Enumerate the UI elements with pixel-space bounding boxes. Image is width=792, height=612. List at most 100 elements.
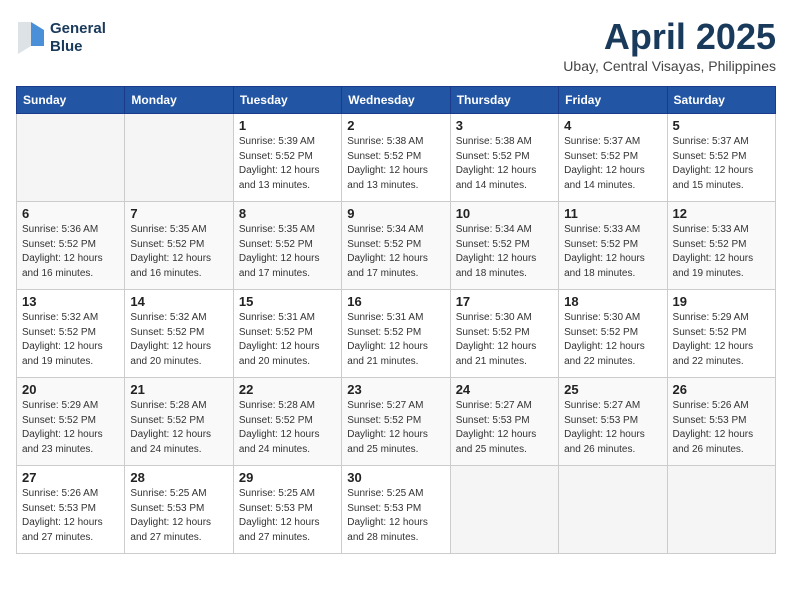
day-info: Sunrise: 5:34 AMSunset: 5:52 PMDaylight:… — [456, 223, 553, 281]
day-info: Sunrise: 5:37 AMSunset: 5:52 PMDaylight:… — [564, 135, 661, 193]
daylight-text: Daylight: 12 hours and 14 minutes. — [456, 165, 537, 191]
sunset-text: Sunset: 5:52 PM — [347, 327, 421, 338]
calendar-cell: 12Sunrise: 5:33 AMSunset: 5:52 PMDayligh… — [667, 202, 775, 290]
sunrise-text: Sunrise: 5:25 AM — [130, 488, 206, 499]
day-info: Sunrise: 5:28 AMSunset: 5:52 PMDaylight:… — [130, 399, 227, 457]
day-number: 7 — [130, 206, 227, 221]
day-number: 10 — [456, 206, 553, 221]
day-info: Sunrise: 5:29 AMSunset: 5:52 PMDaylight:… — [673, 311, 770, 369]
sunset-text: Sunset: 5:52 PM — [239, 415, 313, 426]
daylight-text: Daylight: 12 hours and 25 minutes. — [456, 429, 537, 455]
day-number: 17 — [456, 294, 553, 309]
day-number: 18 — [564, 294, 661, 309]
sunrise-text: Sunrise: 5:37 AM — [673, 136, 749, 147]
sunrise-text: Sunrise: 5:25 AM — [239, 488, 315, 499]
logo-flag-icon — [16, 20, 46, 56]
sunrise-text: Sunrise: 5:30 AM — [456, 312, 532, 323]
daylight-text: Daylight: 12 hours and 20 minutes. — [239, 341, 320, 367]
weekday-header-sunday: Sunday — [17, 87, 125, 114]
sunrise-text: Sunrise: 5:29 AM — [673, 312, 749, 323]
sunset-text: Sunset: 5:52 PM — [239, 327, 313, 338]
weekday-header-saturday: Saturday — [667, 87, 775, 114]
sunset-text: Sunset: 5:52 PM — [347, 415, 421, 426]
sunset-text: Sunset: 5:52 PM — [456, 151, 530, 162]
day-info: Sunrise: 5:32 AMSunset: 5:52 PMDaylight:… — [22, 311, 119, 369]
daylight-text: Daylight: 12 hours and 21 minutes. — [456, 341, 537, 367]
daylight-text: Daylight: 12 hours and 17 minutes. — [239, 253, 320, 279]
daylight-text: Daylight: 12 hours and 13 minutes. — [347, 165, 428, 191]
day-info: Sunrise: 5:25 AMSunset: 5:53 PMDaylight:… — [239, 487, 336, 545]
calendar-cell — [559, 466, 667, 554]
week-row: 1Sunrise: 5:39 AMSunset: 5:52 PMDaylight… — [17, 114, 776, 202]
sunrise-text: Sunrise: 5:35 AM — [130, 224, 206, 235]
calendar-header-row: SundayMondayTuesdayWednesdayThursdayFrid… — [17, 87, 776, 114]
day-info: Sunrise: 5:33 AMSunset: 5:52 PMDaylight:… — [673, 223, 770, 281]
calendar-cell: 1 Sunrise: 5:39 AMSunset: 5:52 PMDaylight… — [233, 114, 341, 202]
day-info: Sunrise: 5:39 AMSunset: 5:52 PMDaylight:… — [239, 135, 336, 193]
day-number: 15 — [239, 294, 336, 309]
sunrise-text: Sunrise: 5:31 AM — [239, 312, 315, 323]
sunset-text: Sunset: 5:52 PM — [673, 239, 747, 250]
calendar-cell: 25Sunrise: 5:27 AMSunset: 5:53 PMDayligh… — [559, 378, 667, 466]
day-number: 27 — [22, 470, 119, 485]
calendar-cell: 22Sunrise: 5:28 AMSunset: 5:52 PMDayligh… — [233, 378, 341, 466]
sunset-text: Sunset: 5:52 PM — [673, 327, 747, 338]
daylight-text: Daylight: 12 hours and 17 minutes. — [347, 253, 428, 279]
day-info: Sunrise: 5:26 AMSunset: 5:53 PMDaylight:… — [673, 399, 770, 457]
calendar-cell: 8Sunrise: 5:35 AMSunset: 5:52 PMDaylight… — [233, 202, 341, 290]
day-number: 28 — [130, 470, 227, 485]
sunrise-text: Sunrise: 5:39 AM — [239, 136, 315, 147]
calendar-cell: 14Sunrise: 5:32 AMSunset: 5:52 PMDayligh… — [125, 290, 233, 378]
day-info: Sunrise: 5:30 AM Sunset: 5:52 PM Daylight:… — [456, 311, 553, 369]
weekday-header-wednesday: Wednesday — [342, 87, 450, 114]
sunrise-text: Sunrise: 5:38 AM — [347, 136, 423, 147]
calendar-cell — [125, 114, 233, 202]
calendar-cell: 26Sunrise: 5:26 AMSunset: 5:53 PMDayligh… — [667, 378, 775, 466]
sunset-text: Sunset: 5:52 PM — [22, 327, 96, 338]
sunset-text: Sunset: 5:52 PM — [564, 327, 638, 338]
sunset-text: Sunset: 5:52 PM — [130, 327, 204, 338]
sunset-text: Sunset: 5:53 PM — [347, 503, 421, 514]
day-number: 29 — [239, 470, 336, 485]
day-number: 11 — [564, 206, 661, 221]
calendar-cell: 21Sunrise: 5:28 AMSunset: 5:52 PMDayligh… — [125, 378, 233, 466]
sunrise-text: Sunrise: 5:33 AM — [673, 224, 749, 235]
day-info: Sunrise: 5:36 AMSunset: 5:52 PMDaylight:… — [22, 223, 119, 281]
day-number: 1 — [239, 118, 336, 133]
day-info: Sunrise: 5:27 AMSunset: 5:53 PMDaylight:… — [564, 399, 661, 457]
sunset-text: Sunset: 5:52 PM — [22, 239, 96, 250]
calendar-cell — [17, 114, 125, 202]
weekday-header-tuesday: Tuesday — [233, 87, 341, 114]
day-number: 9 — [347, 206, 444, 221]
day-info: Sunrise: 5:38 AMSunset: 5:52 PMDaylight:… — [456, 135, 553, 193]
day-info: Sunrise: 5:37 AMSunset: 5:52 PMDaylight:… — [673, 135, 770, 193]
sunrise-text: Sunrise: 5:26 AM — [673, 400, 749, 411]
sunrise-text: Sunrise: 5:32 AM — [130, 312, 206, 323]
day-number: 6 — [22, 206, 119, 221]
sunset-text: Sunset: 5:52 PM — [456, 327, 530, 338]
calendar-table: SundayMondayTuesdayWednesdayThursdayFrid… — [16, 86, 776, 554]
daylight-text: Daylight: 12 hours and 25 minutes. — [347, 429, 428, 455]
logo-text: GeneralBlue — [50, 20, 106, 56]
logo: GeneralBlue — [16, 20, 106, 56]
day-info: Sunrise: 5:25 AMSunset: 5:53 PMDaylight:… — [130, 487, 227, 545]
daylight-text: Daylight: 12 hours and 18 minutes. — [456, 253, 537, 279]
calendar-cell: 2Sunrise: 5:38 AMSunset: 5:52 PMDaylight… — [342, 114, 450, 202]
day-info: Sunrise: 5:35 AMSunset: 5:52 PMDaylight:… — [239, 223, 336, 281]
day-info: Sunrise: 5:35 AMSunset: 5:52 PMDaylight:… — [130, 223, 227, 281]
daylight-text: Daylight: 12 hours and 16 minutes. — [130, 253, 211, 279]
sunrise-text: Sunrise: 5:34 AM — [347, 224, 423, 235]
calendar-cell: 27Sunrise: 5:26 AMSunset: 5:53 PMDayligh… — [17, 466, 125, 554]
sunrise-text: Sunrise: 5:28 AM — [130, 400, 206, 411]
day-info: Sunrise: 5:32 AMSunset: 5:52 PMDaylight:… — [130, 311, 227, 369]
sunset-text: Sunset: 5:52 PM — [239, 239, 313, 250]
sunset-text: Sunset: 5:52 PM — [22, 415, 96, 426]
sunrise-text: Sunrise: 5:34 AM — [456, 224, 532, 235]
sunrise-text: Sunrise: 5:33 AM — [564, 224, 640, 235]
day-number: 16 — [347, 294, 444, 309]
daylight-text: Daylight: 12 hours and 23 minutes. — [22, 429, 103, 455]
calendar-cell: 30Sunrise: 5:25 AMSunset: 5:53 PMDayligh… — [342, 466, 450, 554]
calendar-cell: 23Sunrise: 5:27 AMSunset: 5:52 PMDayligh… — [342, 378, 450, 466]
sunset-text: Sunset: 5:53 PM — [130, 503, 204, 514]
day-info: Sunrise: 5:28 AMSunset: 5:52 PMDaylight:… — [239, 399, 336, 457]
